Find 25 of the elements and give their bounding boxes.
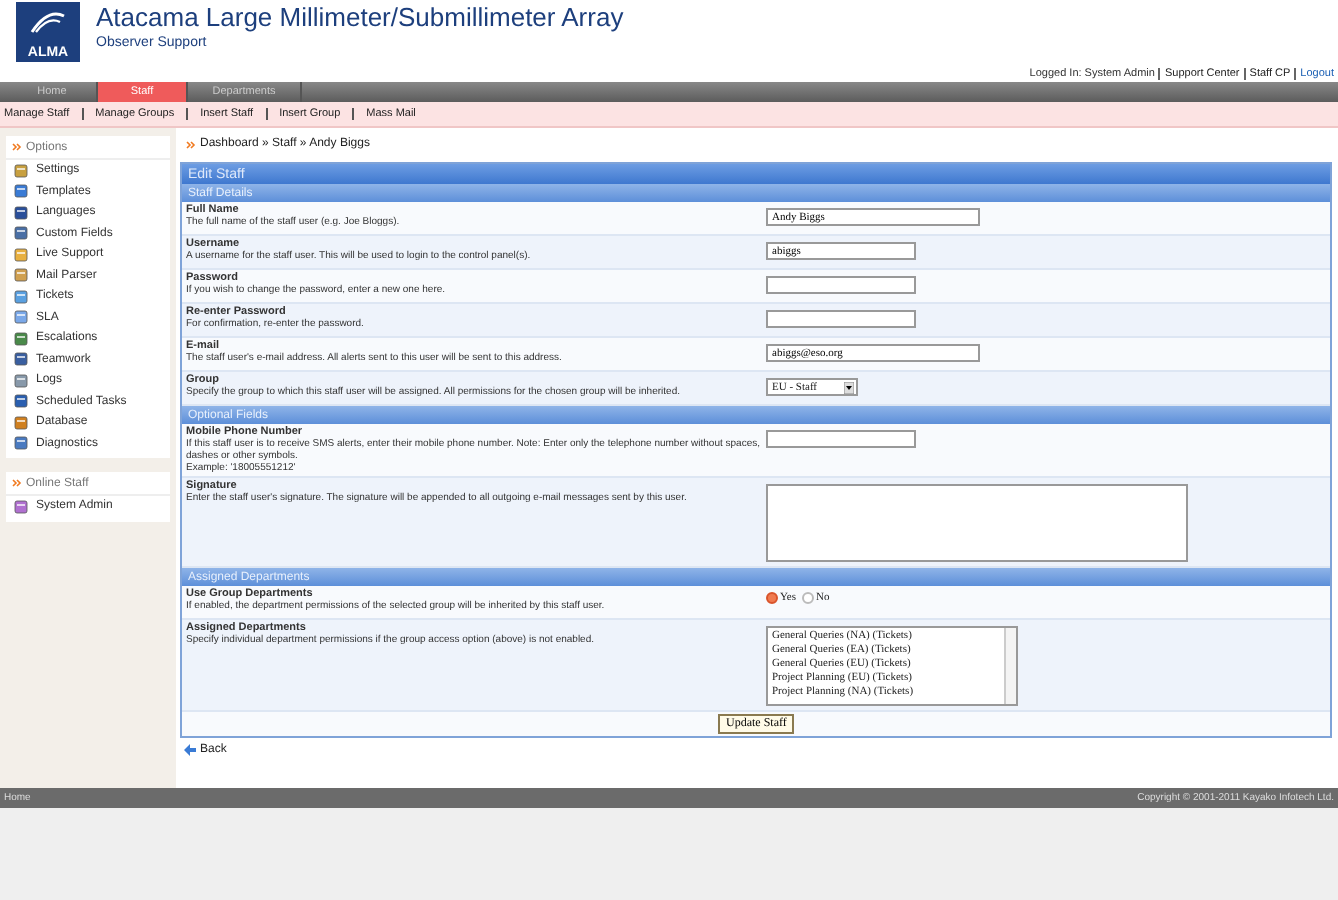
app-icon (14, 289, 28, 304)
app-icon (14, 184, 28, 199)
site-title: Atacama Large Millimeter/Submillimeter Array (96, 2, 624, 32)
signature-field[interactable] (766, 484, 1188, 562)
app-icon (14, 373, 28, 388)
app-icon (14, 499, 28, 514)
app-icon (14, 436, 28, 451)
app-icon (14, 394, 28, 409)
app-icon (14, 247, 28, 262)
back-arrow-icon (184, 744, 196, 756)
text-field[interactable] (766, 276, 916, 294)
app-icon (14, 163, 28, 178)
text-field[interactable] (766, 310, 916, 328)
text-field[interactable] (766, 430, 916, 448)
app-icon (14, 310, 28, 325)
chevron-icon (12, 478, 22, 488)
app-icon (14, 352, 28, 367)
app-icon (14, 205, 28, 220)
app-icon (14, 268, 28, 283)
app-icon (14, 415, 28, 430)
chevron-icon (186, 139, 196, 149)
app-icon (14, 331, 28, 346)
dropdown-arrow-icon (844, 381, 854, 393)
app-icon (14, 226, 28, 241)
chevron-icon (12, 142, 22, 152)
